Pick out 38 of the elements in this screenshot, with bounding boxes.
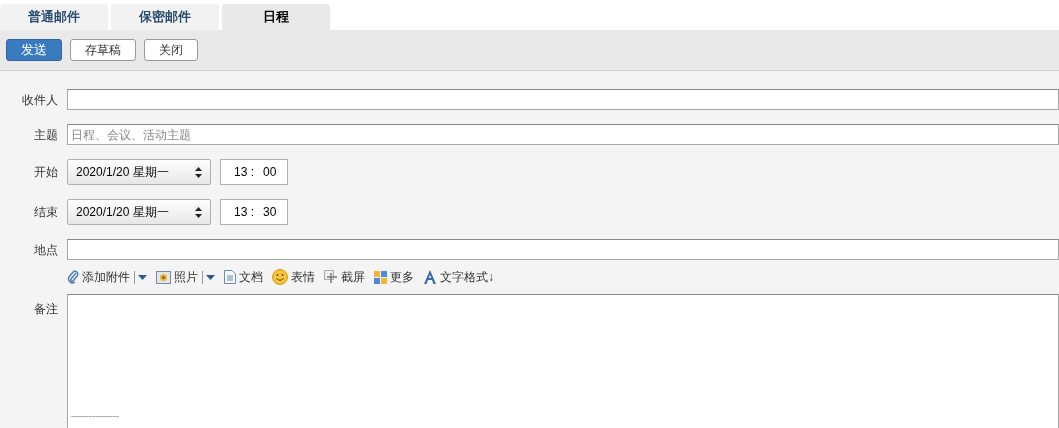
field-label: 结束 [33, 204, 58, 221]
toolbar-item[interactable]: 文字格式↓ [423, 268, 494, 286]
toolbar-item[interactable]: 更多 [374, 268, 414, 286]
spinner-icon [195, 206, 202, 218]
field-label: 地点 [33, 241, 58, 259]
signature-divider: ---------------- [71, 410, 119, 423]
tab[interactable]: 保密邮件 [111, 4, 219, 30]
toolbar-button[interactable]: 存草稿 [70, 39, 136, 61]
grid-icon [374, 270, 387, 284]
toolbar-item[interactable]: 截屏 [324, 268, 365, 286]
time-field[interactable]: 13 : 30 [220, 199, 288, 225]
field-label: 备注 [33, 301, 58, 318]
field-label: 主题 [33, 126, 58, 144]
photo-icon [156, 270, 171, 284]
toolbar-item[interactable]: 表情 [272, 268, 315, 286]
tab[interactable]: 日程 [222, 4, 330, 30]
caret-icon[interactable] [138, 274, 147, 280]
subject-field[interactable]: 日程、会议、活动主题 [67, 124, 1059, 145]
notes-field[interactable]: ---------------- [67, 294, 1059, 428]
date-select[interactable]: 2020/1/20 星期一 [67, 159, 211, 185]
recipient-field[interactable] [67, 89, 1059, 110]
toolbar-item[interactable]: 添加附件 [67, 268, 147, 286]
toolbar-item[interactable]: 文档 [224, 268, 263, 286]
date-select[interactable]: 2020/1/20 星期一 [67, 199, 211, 225]
send-button[interactable]: 发送 [6, 39, 62, 61]
toolbar-item[interactable]: 照片 [156, 268, 215, 286]
spinner-icon [195, 166, 202, 178]
tab[interactable]: 普通邮件 [0, 4, 108, 30]
caret-icon[interactable] [206, 274, 215, 280]
time-field[interactable]: 13 : 00 [220, 159, 288, 185]
field-label: 收件人 [21, 91, 58, 109]
smiley-icon [272, 269, 288, 285]
paperclip-icon [67, 270, 79, 284]
toolbar-button[interactable]: 关闭 [144, 39, 198, 61]
field-label: 开始 [33, 164, 58, 181]
font-icon [423, 270, 437, 284]
document-icon [224, 270, 236, 284]
location-field[interactable] [67, 239, 1059, 260]
